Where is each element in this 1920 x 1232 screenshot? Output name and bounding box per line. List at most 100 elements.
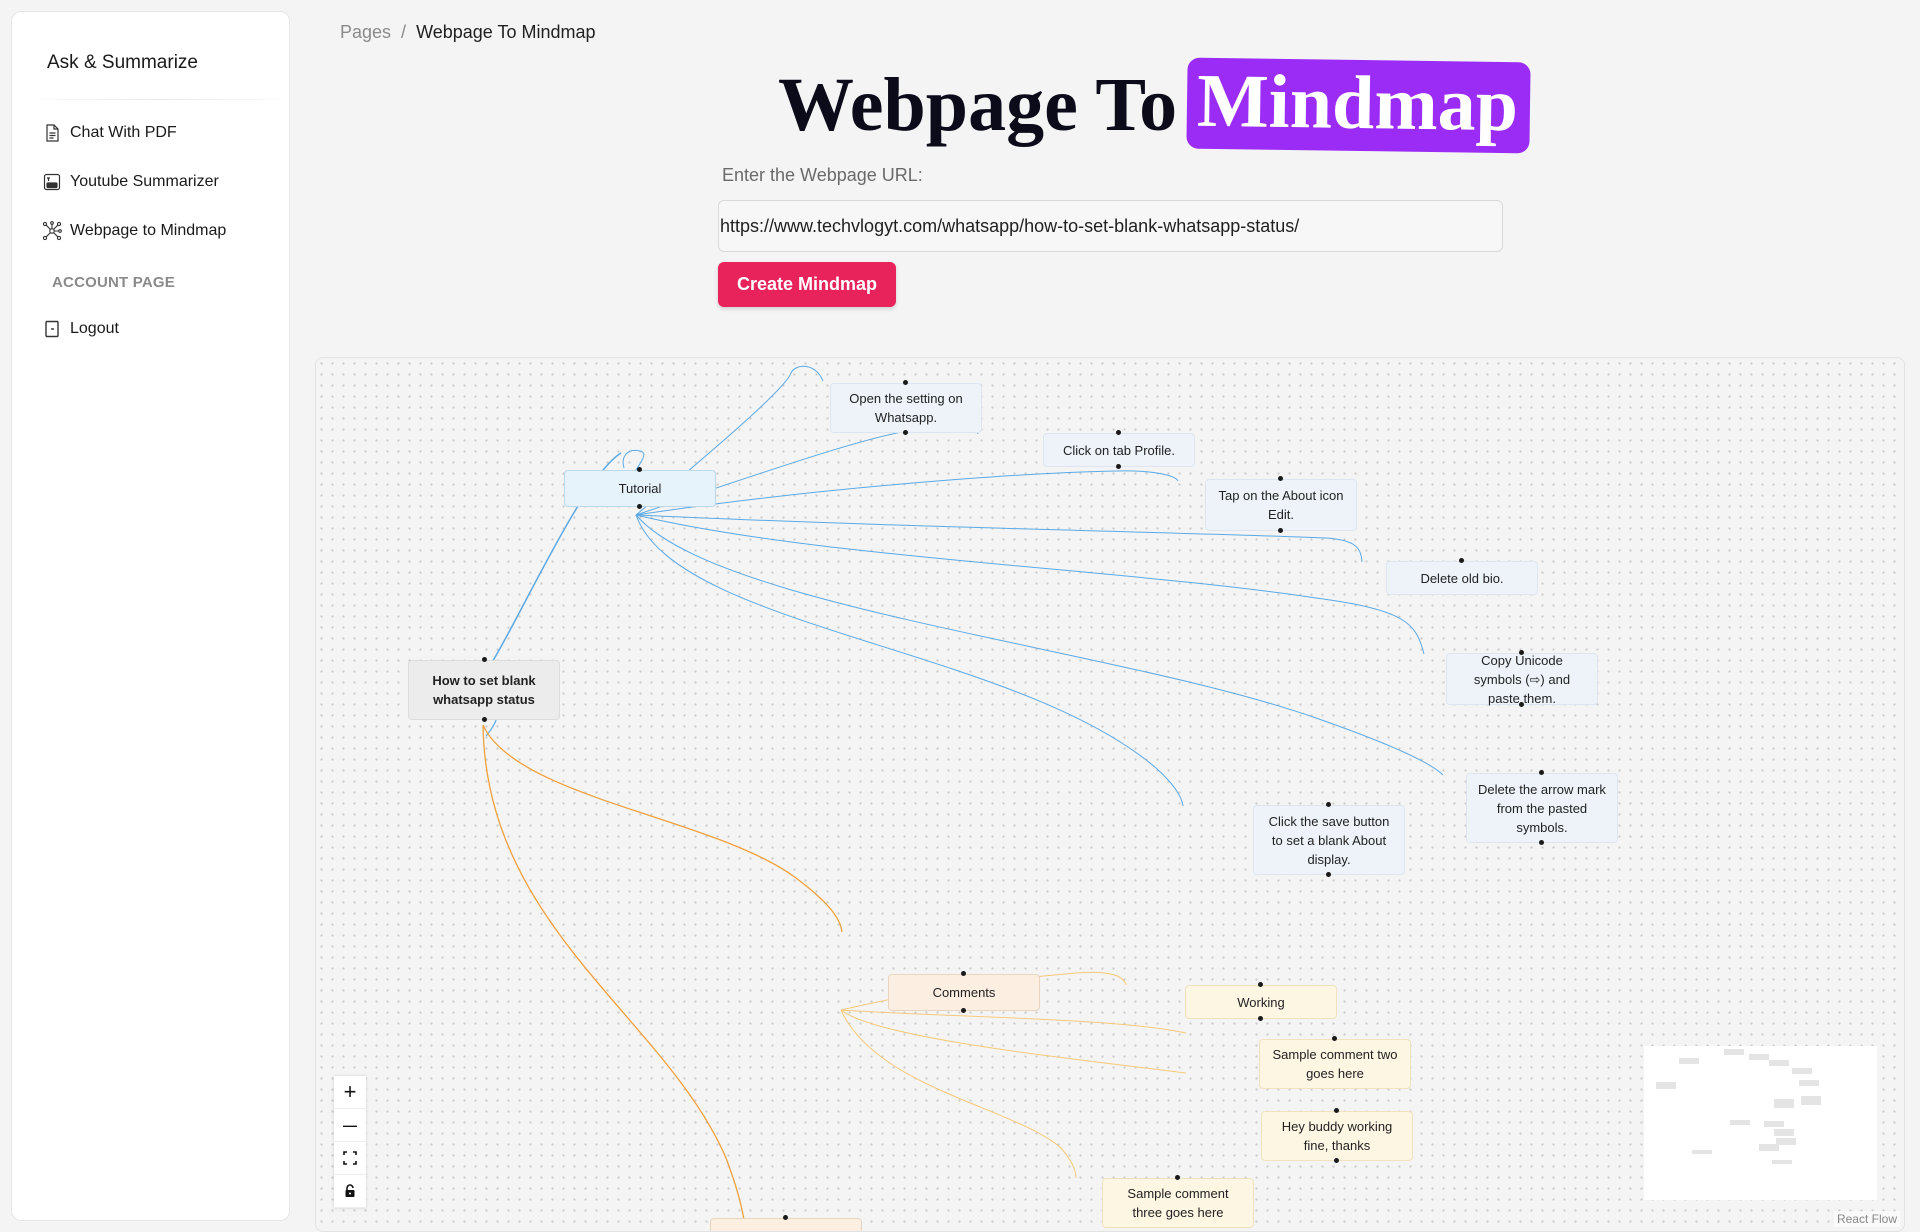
node-handle[interactable] — [1116, 464, 1121, 469]
node-handle[interactable] — [903, 380, 908, 385]
mindmap-node-tutorial[interactable]: Tutorial — [564, 470, 716, 507]
mindmap-node-step-5[interactable]: Copy Unicode symbols (⇨) and paste them. — [1446, 652, 1598, 706]
node-label: Sample comment three goes here — [1127, 1186, 1229, 1220]
mindmap-node-step-6[interactable]: Delete the arrow mark from the pasted sy… — [1466, 773, 1618, 843]
flow-controls: + — — [334, 1076, 366, 1208]
breadcrumb-current: Webpage To Mindmap — [416, 22, 596, 42]
node-handle[interactable] — [1326, 872, 1331, 877]
sidebar-divider — [40, 99, 280, 100]
mindmap-node-comment-2[interactable]: Sample comment two goes here — [1259, 1039, 1411, 1089]
breadcrumb: Pages / Webpage To Mindmap — [340, 22, 596, 43]
edge-comments-hey — [840, 1009, 1187, 1074]
node-handle[interactable] — [1258, 982, 1263, 987]
minimap-node — [1772, 1160, 1792, 1164]
minimap-node — [1764, 1121, 1784, 1127]
node-handle[interactable] — [637, 504, 642, 509]
node-handle[interactable] — [1334, 1158, 1339, 1163]
node-handle[interactable] — [1519, 650, 1524, 655]
mindmap-node-partial[interactable] — [710, 1218, 862, 1231]
sidebar-item-youtube-summarizer[interactable]: Youtube Summarizer — [42, 167, 219, 197]
node-label: Click on tab Profile. — [1063, 442, 1175, 458]
app-brand[interactable]: Ask & Summarize — [47, 52, 198, 74]
node-label: Delete old bio. — [1420, 570, 1504, 586]
minimap-node — [1692, 1150, 1712, 1154]
url-label: Enter the Webpage URL: — [722, 165, 923, 185]
mindmap-node-comment-3[interactable]: Hey buddy working fine, thanks — [1261, 1111, 1413, 1161]
minimap-node — [1774, 1099, 1794, 1108]
minimap-node — [1749, 1054, 1769, 1060]
node-handle[interactable] — [903, 430, 908, 435]
node-handle[interactable] — [1278, 476, 1283, 481]
node-label: Open the setting on Whatsapp. — [849, 391, 963, 425]
page-title-prefix: Webpage To — [778, 62, 1178, 147]
mindmap-node-comment-4[interactable]: Sample comment three goes here — [1102, 1178, 1254, 1228]
zoom-out-button[interactable]: — — [334, 1109, 366, 1142]
node-handle[interactable] — [482, 657, 487, 662]
node-handle[interactable] — [637, 467, 642, 472]
mindmap-node-step-1[interactable]: Open the setting on Whatsapp. — [830, 383, 982, 433]
sidebar-item-label: Youtube Summarizer — [70, 173, 219, 190]
fit-view-icon — [343, 1151, 357, 1165]
sidebar-item-chat-with-pdf[interactable]: Chat With PDF — [42, 118, 177, 148]
sidebar-item-webpage-to-mindmap[interactable]: Webpage to Mindmap — [42, 216, 226, 246]
node-handle[interactable] — [1332, 1036, 1337, 1041]
node-label: Tutorial — [618, 481, 662, 496]
zoom-in-button[interactable]: + — [334, 1076, 366, 1109]
breadcrumb-parent[interactable]: Pages — [340, 22, 391, 43]
fit-view-button[interactable] — [334, 1142, 366, 1175]
node-handle[interactable] — [1326, 802, 1331, 807]
node-handle[interactable] — [1175, 1175, 1180, 1180]
node-handle[interactable] — [1258, 1016, 1263, 1021]
node-handle[interactable] — [961, 1008, 966, 1013]
minimap-node — [1724, 1049, 1744, 1055]
minimap-node — [1769, 1060, 1789, 1066]
mindmap-node-step-3[interactable]: Tap on the About icon Edit. — [1205, 479, 1357, 531]
account-section-title: ACCOUNT PAGE — [52, 274, 175, 291]
mindmap-node-comment-1[interactable]: Working — [1185, 985, 1337, 1019]
mindmap-node-comments[interactable]: Comments — [888, 974, 1040, 1011]
node-label: Sample comment two goes here — [1272, 1047, 1398, 1081]
mindmap-node-step-2[interactable]: Click on tab Profile. — [1043, 433, 1195, 467]
node-label: Copy Unicode symbols (⇨) and paste them. — [1473, 652, 1571, 706]
mindmap-node-step-4[interactable]: Delete old bio. — [1386, 561, 1538, 595]
node-handle[interactable] — [783, 1215, 788, 1220]
url-input[interactable] — [718, 200, 1503, 252]
edge-comments-three — [840, 1009, 1077, 1179]
document-icon — [46, 124, 59, 142]
sidebar-item-logout[interactable]: Logout — [42, 314, 119, 344]
node-handle[interactable] — [1278, 528, 1283, 533]
node-handle[interactable] — [482, 717, 487, 722]
edge-tutorial-step-6 — [635, 514, 1444, 776]
node-label: Hey buddy working fine, thanks — [1281, 1119, 1393, 1153]
sidebar-item-label: Chat With PDF — [70, 124, 177, 141]
node-handle[interactable] — [1334, 1108, 1339, 1113]
node-handle[interactable] — [961, 971, 966, 976]
breadcrumb-separator: / — [401, 22, 407, 42]
minimap[interactable] — [1644, 1046, 1877, 1200]
node-label: Tap on the About icon Edit. — [1218, 488, 1344, 522]
node-label: How to set blank whatsapp status — [432, 673, 536, 707]
node-handle[interactable] — [1116, 430, 1121, 435]
node-handle[interactable] — [1519, 702, 1524, 707]
edge-tutorial-step-7 — [635, 514, 1184, 807]
node-label: Working — [1237, 994, 1285, 1010]
edge-tutorial-step-5 — [635, 514, 1425, 655]
network-icon — [42, 221, 62, 241]
node-handle[interactable] — [1539, 770, 1544, 775]
page-title-highlight: Mindmap — [1186, 57, 1531, 153]
page-title: Webpage To Mindmap — [778, 57, 1531, 153]
mindmap-node-step-7[interactable]: Click the save button to set a blank Abo… — [1253, 805, 1405, 875]
node-handle[interactable] — [1539, 840, 1544, 845]
node-handle[interactable] — [1459, 558, 1464, 563]
sidebar-item-label: Webpage to Mindmap — [70, 222, 227, 239]
react-flow-attribution[interactable]: React Flow — [1833, 1211, 1900, 1227]
lock-button[interactable] — [334, 1175, 366, 1208]
logout-icon — [45, 320, 59, 338]
mindmap-node-root[interactable]: How to set blank whatsapp status — [408, 660, 560, 720]
edge-root-bottom — [482, 724, 747, 1231]
create-mindmap-button[interactable]: Create Mindmap — [718, 262, 896, 307]
mindmap-canvas[interactable]: How to set blank whatsapp status Tutoria… — [315, 357, 1905, 1232]
edge-tutorial-step-3 — [635, 470, 1179, 516]
minimap-node — [1679, 1058, 1699, 1064]
node-label: Delete the arrow mark from the pasted sy… — [1478, 781, 1606, 835]
